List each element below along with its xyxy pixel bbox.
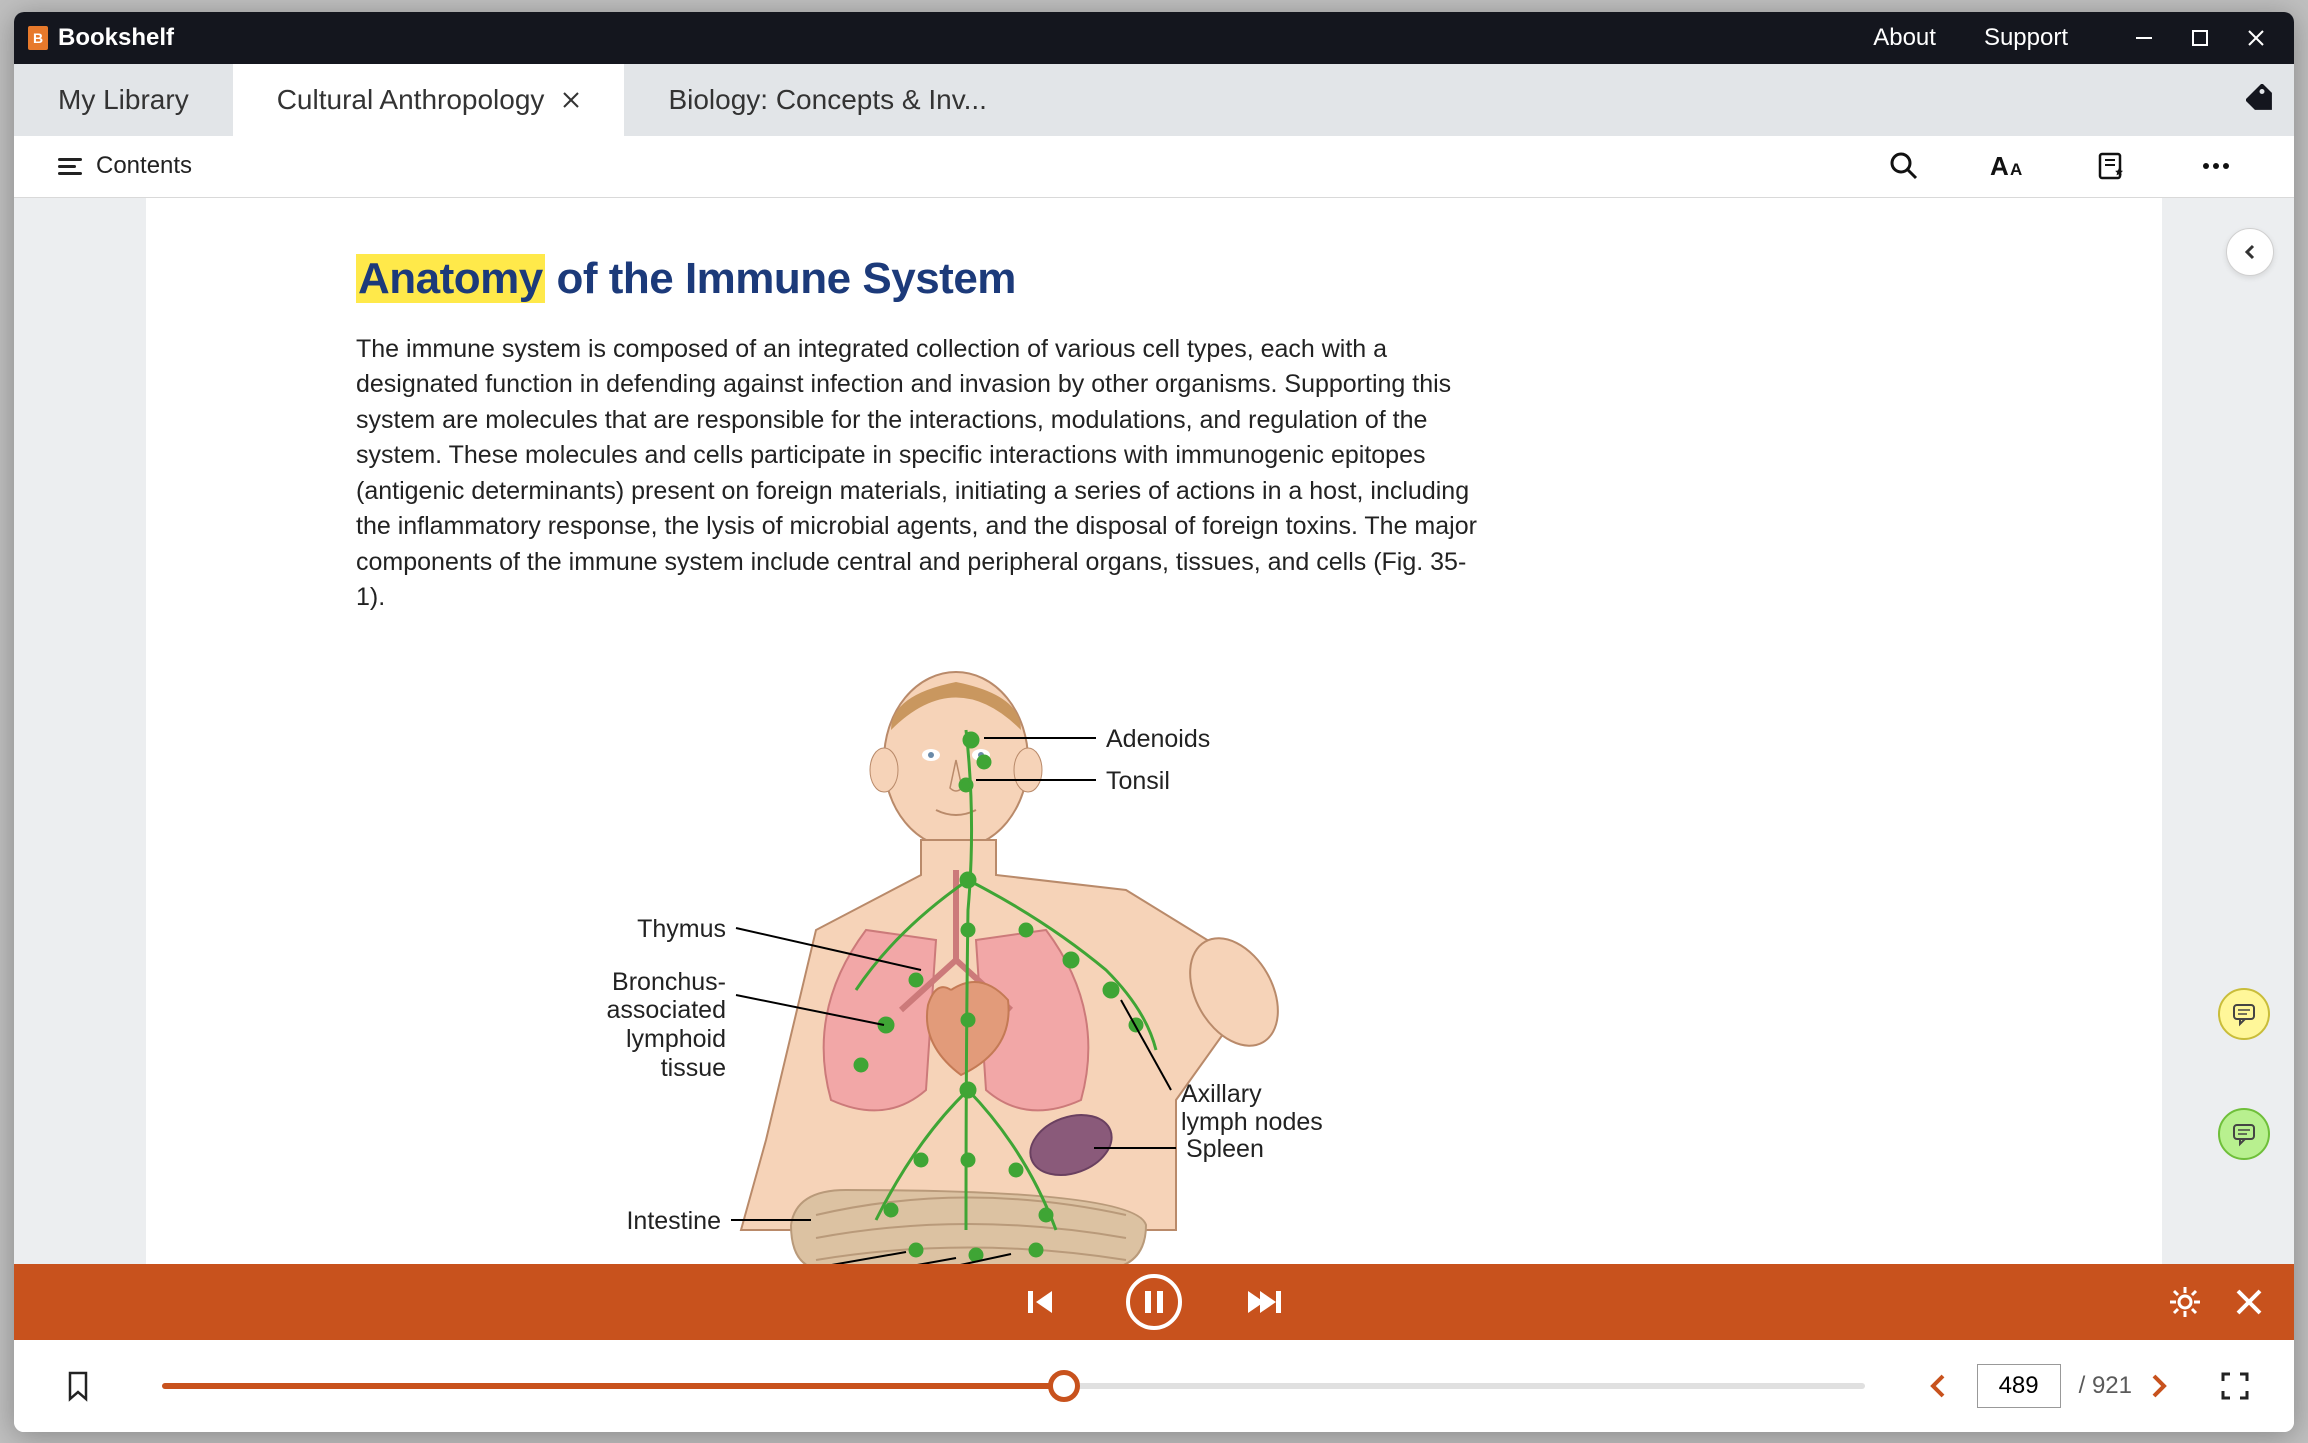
figure-label-spleen: Spleen <box>1186 1135 1264 1164</box>
audio-prev-button[interactable] <box>1026 1287 1062 1317</box>
next-page-button[interactable] <box>2150 1373 2180 1399</box>
prev-page-button[interactable] <box>1929 1373 1959 1399</box>
chevron-left-icon <box>1929 1373 1947 1399</box>
pause-icon <box>1143 1289 1165 1315</box>
audio-bar <box>14 1264 2294 1340</box>
tag-icon <box>2246 84 2278 116</box>
fullscreen-button[interactable] <box>2220 1371 2250 1401</box>
maximize-icon <box>2191 29 2209 47</box>
svg-text:A: A <box>1990 151 2009 181</box>
highlighted-word: Anatomy <box>356 254 545 303</box>
titlebar: B Bookshelf About Support <box>14 12 2294 64</box>
tab-label: Biology: Concepts & Inv... <box>668 84 987 116</box>
anatomy-figure: Adenoids Tonsil Thymus Bronchus- associa… <box>616 670 1356 1264</box>
search-icon <box>1889 151 1919 181</box>
note-star-icon <box>2097 151 2127 181</box>
bottom-nav: / 921 <box>14 1340 2294 1432</box>
page-progress-slider[interactable] <box>162 1383 1865 1389</box>
page-navigation: / 921 <box>1929 1364 2250 1408</box>
contents-button[interactable]: Contents <box>58 152 192 180</box>
figure-label-intestine: Intestine <box>626 1207 721 1236</box>
tab-biology[interactable]: Biology: Concepts & Inv... <box>624 64 1031 136</box>
text-size-icon: AA <box>1990 151 2026 181</box>
reader-toolbar: Contents AA <box>14 136 2294 198</box>
skip-forward-icon <box>1246 1287 1282 1317</box>
tab-label: Cultural Anthropology <box>277 84 545 116</box>
content-area: Anatomy of the Immune System The immune … <box>14 198 2294 1264</box>
support-link[interactable]: Support <box>1984 24 2068 52</box>
page-title: Anatomy of the Immune System <box>356 254 1952 304</box>
contents-label: Contents <box>96 152 192 180</box>
page-number-input[interactable] <box>1977 1364 2061 1408</box>
comment-yellow-button[interactable] <box>2218 988 2270 1040</box>
audio-settings-button[interactable] <box>2168 1285 2202 1319</box>
figure-label-axillary: Axillary lymph nodes <box>1181 1080 1323 1138</box>
figure-label-tonsil: Tonsil <box>1106 767 1170 796</box>
more-icon <box>2201 151 2231 181</box>
chevron-right-icon <box>2150 1373 2168 1399</box>
close-icon <box>2234 1287 2264 1317</box>
speech-bubble-icon <box>2231 1121 2257 1147</box>
chevron-left-icon <box>2242 244 2258 260</box>
app-title: Bookshelf <box>58 24 174 52</box>
maximize-button[interactable] <box>2172 12 2228 64</box>
highlights-button[interactable] <box>2070 135 2154 197</box>
figure-label-balt: Bronchus- associated lymphoid tissue <box>606 968 726 1083</box>
more-button[interactable] <box>2174 135 2258 197</box>
svg-text:A: A <box>2010 160 2022 179</box>
progress-thumb[interactable] <box>1048 1370 1080 1402</box>
tab-cultural-anthropology[interactable]: Cultural Anthropology <box>233 64 625 136</box>
progress-fill <box>162 1383 1064 1389</box>
bookmark-icon <box>66 1370 90 1402</box>
tab-my-library[interactable]: My Library <box>14 64 233 136</box>
title-rest: of the Immune System <box>545 254 1016 303</box>
figure-label-adenoids: Adenoids <box>1106 725 1210 754</box>
close-icon <box>562 91 580 109</box>
tab-bar: My Library Cultural Anthropology Biology… <box>14 64 2294 136</box>
tag-button[interactable] <box>2230 64 2294 136</box>
close-window-button[interactable] <box>2228 12 2284 64</box>
comment-green-button[interactable] <box>2218 1108 2270 1160</box>
speech-bubble-icon <box>2231 1001 2257 1027</box>
app-window: B Bookshelf About Support My Library Cul… <box>14 12 2294 1432</box>
fullscreen-icon <box>2220 1371 2250 1401</box>
bookmark-button[interactable] <box>58 1370 98 1402</box>
app-logo-icon: B <box>28 26 48 50</box>
collapse-panel-button[interactable] <box>2226 228 2274 276</box>
audio-next-button[interactable] <box>1246 1287 1282 1317</box>
tab-label: My Library <box>58 84 189 116</box>
anatomy-illustration <box>616 670 1356 1264</box>
body-paragraph: The immune system is composed of an inte… <box>356 332 1486 616</box>
minimize-button[interactable] <box>2116 12 2172 64</box>
about-link[interactable]: About <box>1873 24 1936 52</box>
total-pages: / 921 <box>2079 1372 2132 1400</box>
tab-close-button[interactable] <box>562 91 580 109</box>
gear-icon <box>2168 1285 2202 1319</box>
hamburger-icon <box>58 154 82 179</box>
text-settings-button[interactable]: AA <box>1966 135 2050 197</box>
page: Anatomy of the Immune System The immune … <box>146 198 2162 1264</box>
close-icon <box>2246 28 2266 48</box>
figure-label-thymus: Thymus <box>637 915 726 944</box>
audio-pause-button[interactable] <box>1126 1274 1182 1330</box>
minimize-icon <box>2134 28 2154 48</box>
skip-back-icon <box>1026 1287 1062 1317</box>
search-button[interactable] <box>1862 135 1946 197</box>
audio-close-button[interactable] <box>2234 1287 2264 1317</box>
